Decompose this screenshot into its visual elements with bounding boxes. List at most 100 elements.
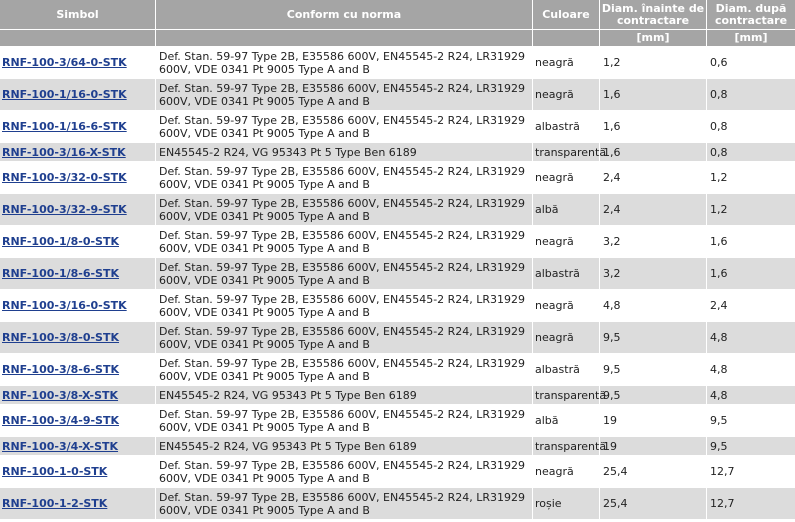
symbol-cell: RNF-100-3/8-6-STK <box>0 354 155 385</box>
diam-before-cell: 9,5 <box>600 322 706 353</box>
diam-after-cell: 0,8 <box>707 143 795 161</box>
color-cell: albă <box>533 405 599 436</box>
header-sub-empty <box>156 30 532 46</box>
diam-before-cell: 1,2 <box>600 47 706 78</box>
diam-before-cell: 3,2 <box>600 226 706 257</box>
symbol-cell: RNF-100-1/8-0-STK <box>0 226 155 257</box>
unit-before: [mm] <box>600 30 706 46</box>
color-cell: transparentă <box>533 143 606 161</box>
symbol-cell: RNF-100-3/16-X-STK <box>0 143 155 161</box>
standard-cell: Def. Stan. 59-97 Type 2B, E35586 600V, E… <box>156 322 532 353</box>
symbol-cell: RNF-100-3/16-0-STK <box>0 290 155 321</box>
product-link[interactable]: RNF-100-3/4-X-STK <box>2 440 118 453</box>
product-link[interactable]: RNF-100-3/64-0-STK <box>2 56 127 69</box>
product-link[interactable]: RNF-100-3/16-X-STK <box>2 146 126 159</box>
symbol-cell: RNF-100-3/32-9-STK <box>0 194 155 225</box>
table-row: RNF-100-3/8-6-STK Def. Stan. 59-97 Type … <box>0 354 795 385</box>
diam-before-cell: 25,4 <box>600 488 706 519</box>
product-link[interactable]: RNF-100-3/16-0-STK <box>2 299 127 312</box>
diam-after-cell: 9,5 <box>707 437 795 455</box>
standard-cell: Def. Stan. 59-97 Type 2B, E35586 600V, E… <box>156 258 532 289</box>
standard-cell: EN45545-2 R24, VG 95343 Pt 5 Type Ben 61… <box>156 143 532 161</box>
table-row: RNF-100-3/32-9-STK Def. Stan. 59-97 Type… <box>0 194 795 225</box>
diam-before-cell: 9,5 <box>600 354 706 385</box>
table-row: RNF-100-3/8-0-STK Def. Stan. 59-97 Type … <box>0 322 795 353</box>
table-row: RNF-100-1-0-STK Def. Stan. 59-97 Type 2B… <box>0 456 795 487</box>
product-link[interactable]: RNF-100-3/32-9-STK <box>2 203 127 216</box>
table-body: RNF-100-3/64-0-STK Def. Stan. 59-97 Type… <box>0 47 795 519</box>
color-cell: neagră <box>533 162 599 193</box>
symbol-cell: RNF-100-3/8-0-STK <box>0 322 155 353</box>
product-link[interactable]: RNF-100-3/8-0-STK <box>2 331 119 344</box>
diam-after-cell: 1,2 <box>707 162 795 193</box>
standard-cell: Def. Stan. 59-97 Type 2B, E35586 600V, E… <box>156 111 532 142</box>
product-link[interactable]: RNF-100-1/16-6-STK <box>2 120 127 133</box>
diam-before-cell: 19 <box>600 405 706 436</box>
standard-cell: Def. Stan. 59-97 Type 2B, E35586 600V, E… <box>156 405 532 436</box>
table-row: RNF-100-3/64-0-STK Def. Stan. 59-97 Type… <box>0 47 795 78</box>
standard-cell: Def. Stan. 59-97 Type 2B, E35586 600V, E… <box>156 194 532 225</box>
diam-before-cell: 1,6 <box>600 143 706 161</box>
product-link[interactable]: RNF-100-3/8-6-STK <box>2 363 119 376</box>
diam-after-cell: 0,8 <box>707 111 795 142</box>
color-cell: transparentă <box>533 437 606 455</box>
diam-after-cell: 12,7 <box>707 456 795 487</box>
color-cell: neagră <box>533 456 599 487</box>
diam-before-cell: 2,4 <box>600 194 706 225</box>
header-standard: Conform cu norma <box>156 0 532 29</box>
color-cell: neagră <box>533 290 599 321</box>
table-row: RNF-100-3/32-0-STK Def. Stan. 59-97 Type… <box>0 162 795 193</box>
symbol-cell: RNF-100-3/64-0-STK <box>0 47 155 78</box>
unit-after: [mm] <box>707 30 795 46</box>
product-link[interactable]: RNF-100-3/4-9-STK <box>2 414 119 427</box>
symbol-cell: RNF-100-3/4-9-STK <box>0 405 155 436</box>
diam-before-cell: 25,4 <box>600 456 706 487</box>
standard-cell: Def. Stan. 59-97 Type 2B, E35586 600V, E… <box>156 354 532 385</box>
color-cell: albastră <box>533 258 599 289</box>
standard-cell: Def. Stan. 59-97 Type 2B, E35586 600V, E… <box>156 290 532 321</box>
color-cell: roșie <box>533 488 599 519</box>
standard-cell: Def. Stan. 59-97 Type 2B, E35586 600V, E… <box>156 488 532 519</box>
table-row: RNF-100-3/16-0-STK Def. Stan. 59-97 Type… <box>0 290 795 321</box>
color-cell: albastră <box>533 111 599 142</box>
diam-before-cell: 2,4 <box>600 162 706 193</box>
standard-cell: EN45545-2 R24, VG 95343 Pt 5 Type Ben 61… <box>156 437 532 455</box>
header-sub-empty <box>0 30 155 46</box>
color-cell: transparentă <box>533 386 606 404</box>
table-row: RNF-100-3/16-X-STK EN45545-2 R24, VG 953… <box>0 143 795 161</box>
symbol-cell: RNF-100-1/8-6-STK <box>0 258 155 289</box>
product-link[interactable]: RNF-100-1-2-STK <box>2 497 107 510</box>
table-row: RNF-100-3/4-9-STK Def. Stan. 59-97 Type … <box>0 405 795 436</box>
diam-after-cell: 2,4 <box>707 290 795 321</box>
standard-cell: EN45545-2 R24, VG 95343 Pt 5 Type Ben 61… <box>156 386 532 404</box>
product-link[interactable]: RNF-100-1/16-0-STK <box>2 88 127 101</box>
header-symbol: Simbol <box>0 0 155 29</box>
diam-after-cell: 1,2 <box>707 194 795 225</box>
symbol-cell: RNF-100-3/32-0-STK <box>0 162 155 193</box>
symbol-cell: RNF-100-1-0-STK <box>0 456 155 487</box>
symbol-cell: RNF-100-1/16-6-STK <box>0 111 155 142</box>
standard-cell: Def. Stan. 59-97 Type 2B, E35586 600V, E… <box>156 456 532 487</box>
table-row: RNF-100-3/4-X-STK EN45545-2 R24, VG 9534… <box>0 437 795 455</box>
table-row: RNF-100-1/16-6-STK Def. Stan. 59-97 Type… <box>0 111 795 142</box>
product-link[interactable]: RNF-100-3/32-0-STK <box>2 171 127 184</box>
table-row: RNF-100-3/8-X-STK EN45545-2 R24, VG 9534… <box>0 386 795 404</box>
color-cell: albastră <box>533 354 599 385</box>
diam-before-cell: 9,5 <box>600 386 706 404</box>
diam-after-cell: 0,6 <box>707 47 795 78</box>
color-cell: neagră <box>533 79 599 110</box>
table-row: RNF-100-1/8-0-STK Def. Stan. 59-97 Type … <box>0 226 795 257</box>
diam-before-cell: 1,6 <box>600 79 706 110</box>
product-link[interactable]: RNF-100-1/8-0-STK <box>2 235 119 248</box>
table-row: RNF-100-1/8-6-STK Def. Stan. 59-97 Type … <box>0 258 795 289</box>
diam-before-cell: 1,6 <box>600 111 706 142</box>
table-row: RNF-100-1-2-STK Def. Stan. 59-97 Type 2B… <box>0 488 795 519</box>
product-link[interactable]: RNF-100-3/8-X-STK <box>2 389 118 402</box>
standard-cell: Def. Stan. 59-97 Type 2B, E35586 600V, E… <box>156 79 532 110</box>
diam-after-cell: 12,7 <box>707 488 795 519</box>
symbol-cell: RNF-100-1-2-STK <box>0 488 155 519</box>
standard-cell: Def. Stan. 59-97 Type 2B, E35586 600V, E… <box>156 226 532 257</box>
product-link[interactable]: RNF-100-1-0-STK <box>2 465 107 478</box>
header-diam-after: Diam. după contractare <box>707 0 795 29</box>
product-link[interactable]: RNF-100-1/8-6-STK <box>2 267 119 280</box>
